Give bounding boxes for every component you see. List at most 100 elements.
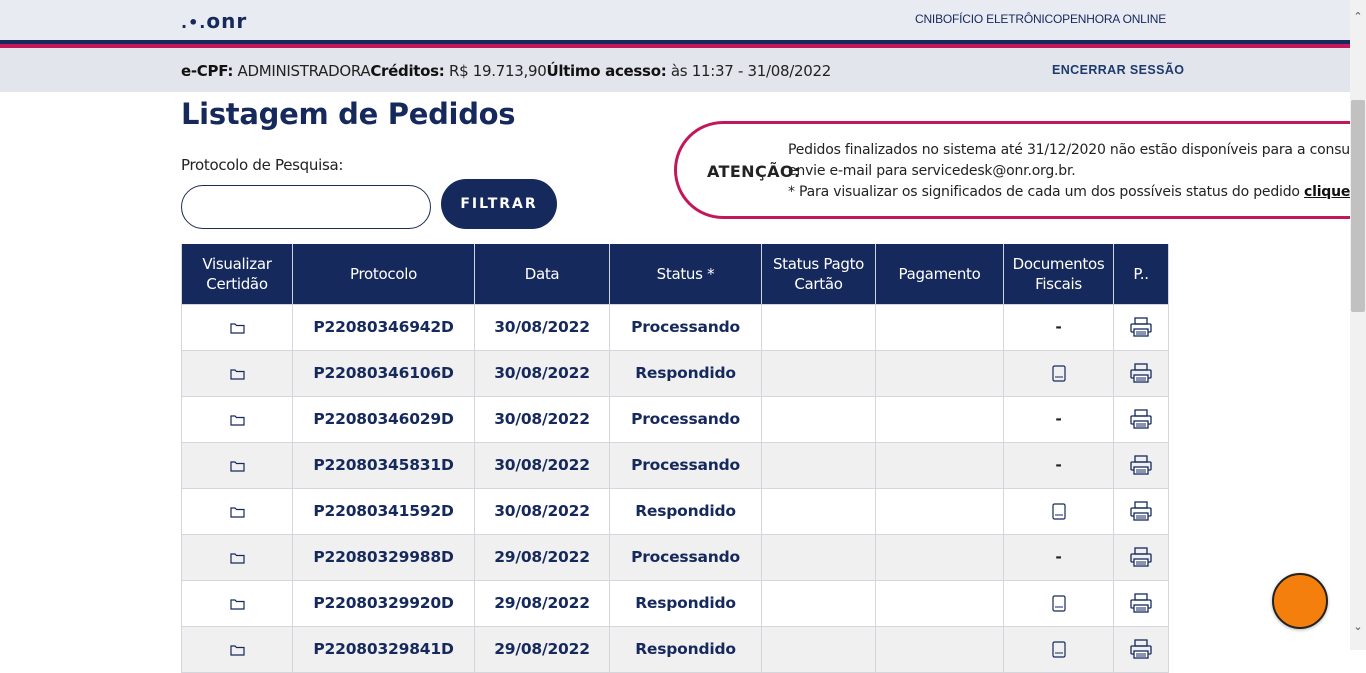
cell-protocolo[interactable]: P22080346942D: [292, 303, 475, 351]
credits-label: Créditos:: [370, 62, 445, 80]
cell-pagamento: [875, 441, 1004, 489]
scroll-thumb[interactable]: [1351, 100, 1365, 312]
fiscal-document-icon[interactable]: [1051, 502, 1066, 520]
session-info: e-CPF: ADMINISTRADORACréditos: R$ 19.713…: [181, 62, 831, 80]
fiscal-document-icon[interactable]: [1051, 640, 1066, 658]
cell-visualizar: [181, 349, 293, 397]
session-info-bar: e-CPF: ADMINISTRADORACréditos: R$ 19.713…: [0, 48, 1350, 92]
scroll-down-icon[interactable]: ⌄: [1350, 620, 1366, 634]
folder-icon[interactable]: [229, 456, 245, 474]
folder-icon[interactable]: [229, 410, 245, 428]
filter-button[interactable]: FILTRAR: [441, 179, 557, 229]
cell-protocolo[interactable]: P22080345831D: [292, 441, 475, 489]
cell-status-pagto: [761, 625, 876, 673]
printer-icon[interactable]: [1130, 455, 1152, 475]
nav-item-oficio-eletronico[interactable]: OFÍCIO ELETRÔNICO: [943, 12, 1062, 26]
cell-pagamento: [875, 579, 1004, 627]
chat-floating-button[interactable]: [1272, 573, 1328, 629]
cell-status: Processando: [609, 533, 762, 581]
cell-status: Processando: [609, 303, 762, 351]
printer-icon[interactable]: [1130, 363, 1152, 383]
table-row: P22080345831D 30/08/2022 Processando -: [181, 441, 1169, 489]
cell-pagamento: [875, 533, 1004, 581]
scroll-up-icon[interactable]: ⌃: [1350, 10, 1366, 24]
cell-protocolo[interactable]: P22080346106D: [292, 349, 475, 397]
cell-data: 29/08/2022: [474, 533, 610, 581]
cell-data: 30/08/2022: [474, 487, 610, 535]
cell-data: 29/08/2022: [474, 579, 610, 627]
cell-documentos: [1003, 625, 1114, 673]
nav-item-penhora-online[interactable]: PENHORA ONLINE: [1062, 12, 1166, 26]
cell-status-pagto: [761, 395, 876, 443]
cell-visualizar: [181, 625, 293, 673]
cell-print: [1113, 533, 1169, 581]
cell-data: 30/08/2022: [474, 441, 610, 489]
attention-line-3-text: * Para visualizar os significados de cad…: [788, 184, 1305, 200]
table-row: P22080329841D 29/08/2022 Respondido: [181, 625, 1169, 673]
cell-status: Respondido: [609, 487, 762, 535]
protocol-search-input[interactable]: [181, 185, 431, 229]
printer-icon[interactable]: [1130, 593, 1152, 613]
cell-documentos: -: [1003, 395, 1114, 443]
cell-documentos: -: [1003, 441, 1114, 489]
cell-protocolo[interactable]: P22080341592D: [292, 487, 475, 535]
printer-icon[interactable]: [1130, 317, 1152, 337]
folder-icon[interactable]: [229, 640, 245, 658]
cell-visualizar: [181, 533, 293, 581]
cell-protocolo[interactable]: P22080329988D: [292, 533, 475, 581]
table-row: P22080341592D 30/08/2022 Respondido: [181, 487, 1169, 535]
printer-icon[interactable]: [1130, 547, 1152, 567]
logo-dots: .•.: [181, 13, 207, 32]
printer-icon[interactable]: [1130, 639, 1152, 659]
table-row: P22080329920D 29/08/2022 Respondido: [181, 579, 1169, 627]
ecpf-label: e-CPF:: [181, 62, 234, 80]
attention-line-1: Pedidos finalizados no sistema até 31/12…: [788, 142, 1366, 158]
cell-visualizar: [181, 579, 293, 627]
printer-icon[interactable]: [1130, 501, 1152, 521]
cell-visualizar: [181, 441, 293, 489]
folder-icon[interactable]: [229, 502, 245, 520]
folder-icon[interactable]: [229, 594, 245, 612]
cell-documentos: -: [1003, 533, 1114, 581]
col-header-visualizar[interactable]: Visualizar Certidão: [181, 244, 293, 305]
table-row: P22080329988D 29/08/2022 Processando -: [181, 533, 1169, 581]
cell-protocolo[interactable]: P22080346029D: [292, 395, 475, 443]
col-header-documentos[interactable]: Documentos Fiscais: [1003, 244, 1114, 305]
page-scrollbar[interactable]: ⌃ ⌄: [1350, 0, 1366, 650]
cell-status: Processando: [609, 395, 762, 443]
cell-protocolo[interactable]: P22080329920D: [292, 579, 475, 627]
search-label: Protocolo de Pesquisa:: [181, 156, 344, 174]
orders-table: Visualizar Certidão Protocolo Data Statu…: [181, 244, 1169, 673]
fiscal-document-icon[interactable]: [1051, 594, 1066, 612]
cell-status-pagto: [761, 487, 876, 535]
cell-status: Respondido: [609, 625, 762, 673]
table-row: P22080346942D 30/08/2022 Processando -: [181, 303, 1169, 351]
attention-line-3: * Para visualizar os significados de cad…: [788, 184, 1366, 200]
cell-status: Respondido: [609, 579, 762, 627]
orders-table-container: Visualizar Certidão Protocolo Data Statu…: [181, 244, 1169, 673]
table-body: P22080346942D 30/08/2022 Processando - P2208…: [181, 303, 1169, 673]
folder-icon[interactable]: [229, 548, 245, 566]
cell-pagamento: [875, 395, 1004, 443]
col-header-status-pagto[interactable]: Status Pagto Cartão: [761, 244, 876, 305]
cell-pagamento: [875, 349, 1004, 397]
col-header-data[interactable]: Data: [474, 244, 610, 305]
nav-item-cnib[interactable]: CNIB: [915, 12, 943, 26]
top-nav: CNIBOFÍCIO ELETRÔNICOPENHORA ONLINE: [915, 12, 1166, 26]
logout-link[interactable]: ENCERRAR SESSÃO: [1052, 63, 1184, 77]
cell-protocolo[interactable]: P22080329841D: [292, 625, 475, 673]
fiscal-document-icon[interactable]: [1051, 364, 1066, 382]
folder-icon[interactable]: [229, 364, 245, 382]
top-header: .•.onr CNIBOFÍCIO ELETRÔNICOPENHORA ONLI…: [0, 0, 1350, 40]
cell-print: [1113, 441, 1169, 489]
onr-logo[interactable]: .•.onr: [181, 9, 247, 33]
cell-documentos: [1003, 349, 1114, 397]
col-header-protocolo[interactable]: Protocolo: [292, 244, 475, 305]
col-header-pagamento[interactable]: Pagamento: [875, 244, 1004, 305]
printer-icon[interactable]: [1130, 409, 1152, 429]
cell-data: 30/08/2022: [474, 303, 610, 351]
folder-icon[interactable]: [229, 318, 245, 336]
col-header-print[interactable]: P..: [1113, 244, 1169, 305]
cell-print: [1113, 395, 1169, 443]
col-header-status[interactable]: Status *: [609, 244, 762, 305]
